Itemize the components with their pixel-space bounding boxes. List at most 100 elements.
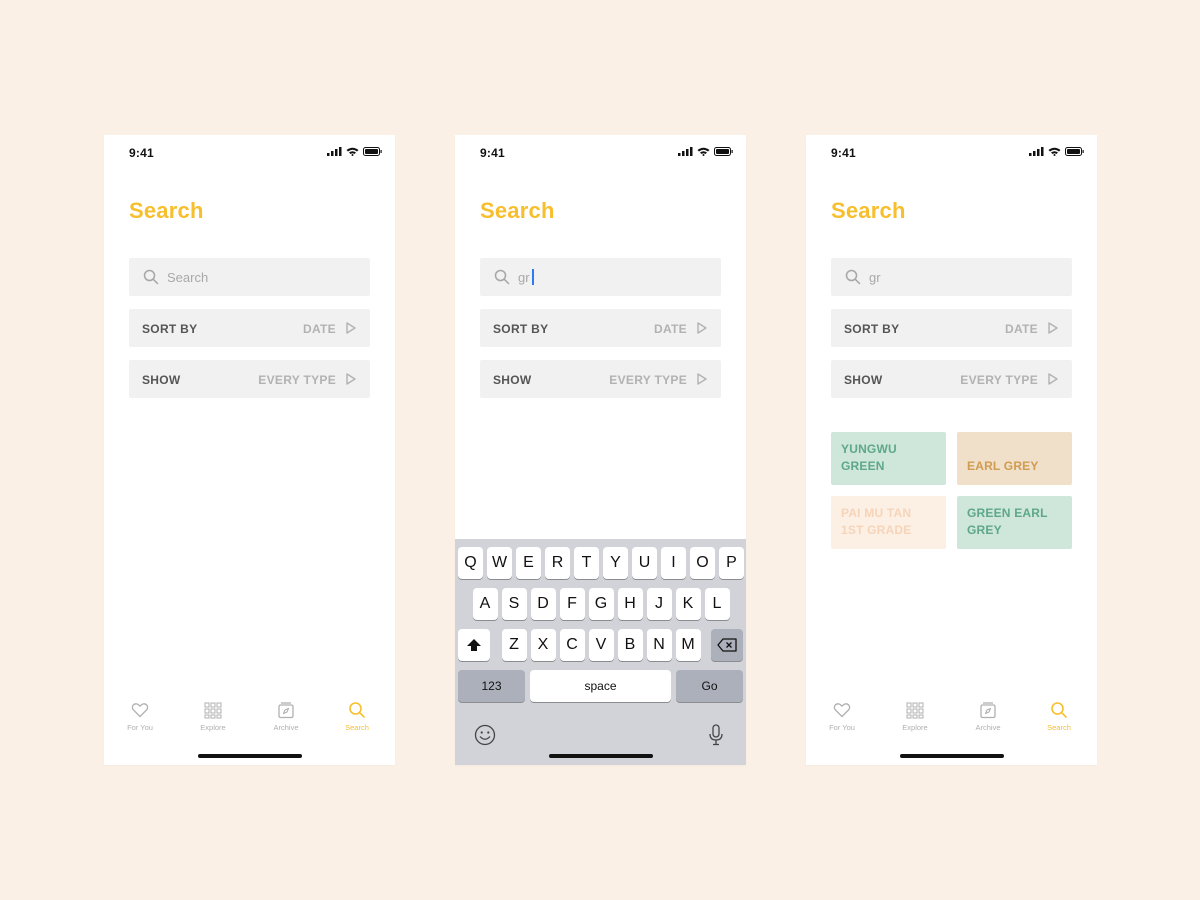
key-k[interactable]: K [675,588,701,620]
key-e[interactable]: E [516,547,541,579]
search-input[interactable]: gr [480,258,721,296]
key-c[interactable]: C [559,629,585,661]
show-value: EVERY TYPE [960,373,1038,387]
result-tile[interactable]: PAI MU TAN 1ST GRADE [831,496,946,549]
key-t[interactable]: T [574,547,599,579]
search-icon [143,269,159,285]
text-caret [532,269,534,285]
phone-screen-results: 9:41 Search gr SORT BY DATE SHOW EVERY T… [806,135,1097,765]
tab-search[interactable]: Search [1029,701,1089,732]
numbers-key[interactable]: 123 [458,670,525,702]
tab-label: Archive [273,723,299,732]
key-m[interactable]: M [675,629,701,661]
home-indicator[interactable] [549,754,653,758]
status-icons [327,147,382,156]
key-f[interactable]: F [559,588,585,620]
status-icons [678,147,733,156]
emoji-icon[interactable] [474,724,496,746]
shift-key[interactable] [458,629,490,661]
microphone-icon[interactable] [708,724,724,746]
tab-bar: For You Explore Archive Search [104,701,395,737]
home-indicator[interactable] [198,754,302,758]
key-z[interactable]: Z [501,629,527,661]
search-value: gr [869,270,881,285]
show-row[interactable]: SHOW EVERY TYPE [831,360,1072,398]
status-time: 9:41 [129,146,154,160]
tab-for-you[interactable]: For You [110,701,170,732]
result-tile[interactable]: GREEN EARL GREY [957,496,1072,549]
key-d[interactable]: D [530,588,556,620]
key-j[interactable]: J [646,588,672,620]
play-arrow-icon [697,322,707,334]
key-i[interactable]: I [661,547,686,579]
sort-by-label: SORT BY [844,322,900,336]
space-key[interactable]: space [530,670,671,702]
phone-screen-typing: 9:41 Search gr SORT BY DATE SHOW EVERY T… [455,135,746,765]
search-icon [349,702,365,718]
sort-by-row[interactable]: SORT BY DATE [480,309,721,347]
heart-icon [131,703,149,718]
show-row[interactable]: SHOW EVERY TYPE [480,360,721,398]
status-bar: 9:41 [806,135,1097,171]
result-tile-name: YUNGWU GREEN [841,442,897,473]
key-y[interactable]: Y [603,547,628,579]
sort-by-value: DATE [654,322,687,336]
tab-archive[interactable]: Archive [256,701,316,732]
archive-box-icon [278,702,294,719]
show-row[interactable]: SHOW EVERY TYPE [129,360,370,398]
tab-explore[interactable]: Explore [885,701,945,732]
key-v[interactable]: V [588,629,614,661]
shift-arrow-icon [467,639,481,651]
page-title: Search [480,198,555,223]
tab-label: Search [345,723,369,732]
search-input[interactable]: Search [129,258,370,296]
key-r[interactable]: R [545,547,570,579]
key-q[interactable]: Q [458,547,483,579]
key-l[interactable]: L [704,588,730,620]
search-icon [494,269,510,285]
key-w[interactable]: W [487,547,512,579]
result-tile[interactable]: YUNGWU GREEN [831,432,946,485]
play-arrow-icon [1048,373,1058,385]
home-indicator[interactable] [900,754,1004,758]
tab-search[interactable]: Search [327,701,387,732]
play-arrow-icon [1048,322,1058,334]
sort-by-row[interactable]: SORT BY DATE [129,309,370,347]
play-arrow-icon [346,322,356,334]
play-arrow-icon [346,373,356,385]
search-icon [845,269,861,285]
key-a[interactable]: A [472,588,498,620]
key-n[interactable]: N [646,629,672,661]
tab-label: For You [829,723,855,732]
wifi-icon [1048,147,1061,156]
show-label: SHOW [493,373,532,387]
sort-by-label: SORT BY [493,322,549,336]
tab-explore[interactable]: Explore [183,701,243,732]
result-tile-name: EARL GREY [967,459,1039,473]
key-o[interactable]: O [690,547,715,579]
sort-by-value: DATE [1005,322,1038,336]
key-b[interactable]: B [617,629,643,661]
search-input[interactable]: gr [831,258,1072,296]
search-value: gr [518,270,530,285]
sort-by-label: SORT BY [142,322,198,336]
backspace-key[interactable] [711,629,743,661]
status-time: 9:41 [831,146,856,160]
key-s[interactable]: S [501,588,527,620]
sort-by-row[interactable]: SORT BY DATE [831,309,1072,347]
tab-for-you[interactable]: For You [812,701,872,732]
key-x[interactable]: X [530,629,556,661]
tab-label: For You [127,723,153,732]
signal-icon [327,147,342,156]
result-tile[interactable]: EARL GREY [957,432,1072,485]
page-title: Search [129,198,204,223]
go-key[interactable]: Go [676,670,743,702]
key-h[interactable]: H [617,588,643,620]
tab-bar: For You Explore Archive Search [806,701,1097,737]
grid-icon [204,702,222,719]
key-p[interactable]: P [719,547,744,579]
tab-archive[interactable]: Archive [958,701,1018,732]
page-title: Search [831,198,906,223]
key-u[interactable]: U [632,547,657,579]
key-g[interactable]: G [588,588,614,620]
